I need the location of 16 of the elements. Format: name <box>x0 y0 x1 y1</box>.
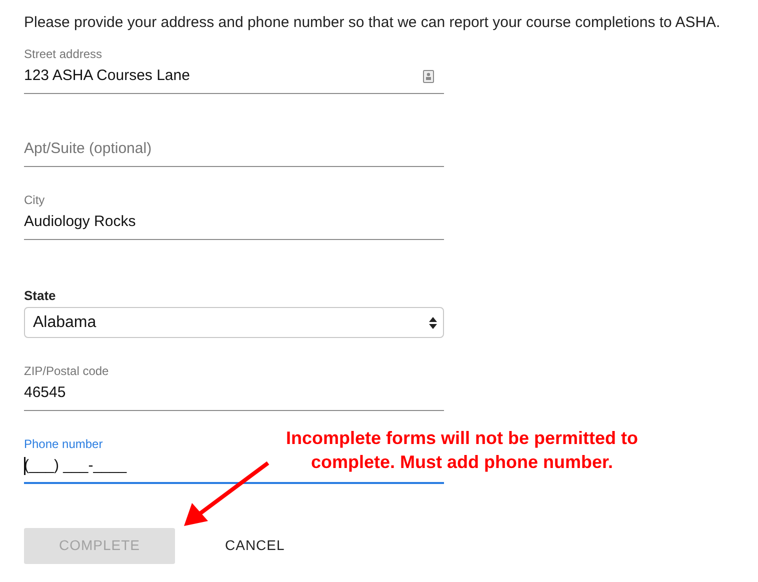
input-field[interactable]: Audiology Rocks <box>24 213 136 231</box>
select-field[interactable]: Alabama <box>24 307 444 338</box>
field-label: State <box>24 289 56 303</box>
input-field[interactable]: 123 ASHA Courses Lane <box>24 67 190 85</box>
instruction-text: Please provide your address and phone number so that we can report your course completions to ASHA. <box>24 13 722 33</box>
field-label: Street address <box>24 47 102 61</box>
input-field[interactable]: 46545 <box>24 384 66 402</box>
dropdown-arrows-icon <box>429 316 437 328</box>
input-field[interactable]: Apt/Suite (optional) <box>24 140 152 158</box>
field-label: ZIP/Postal code <box>24 364 109 378</box>
input-field[interactable]: (___) ___-____ <box>24 457 127 475</box>
field-label: City <box>24 193 45 207</box>
field-label: Phone number <box>24 437 103 451</box>
cancel-button[interactable]: CANCEL <box>195 527 315 564</box>
contact-card-icon[interactable] <box>423 70 434 82</box>
annotation-text: Incomplete forms will not be permitted to complete. Must add phone number. <box>284 427 640 474</box>
